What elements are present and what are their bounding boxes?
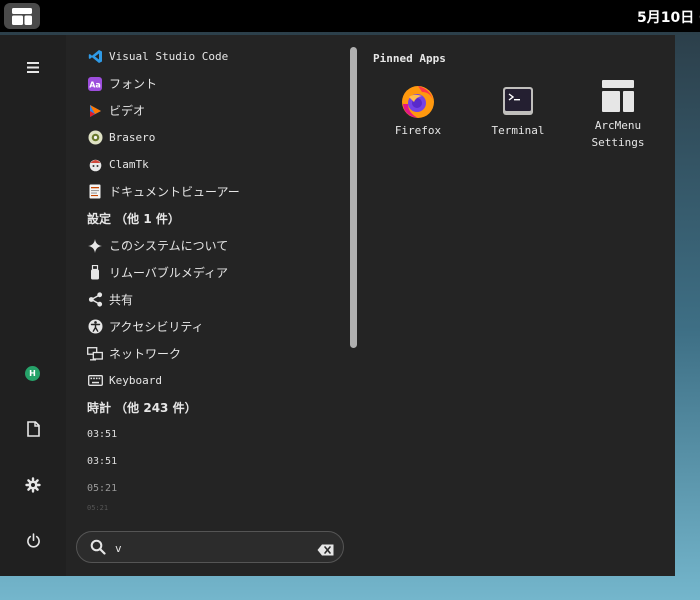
result-label: ビデオ	[109, 104, 146, 118]
search-box	[76, 531, 344, 563]
result-clamtk[interactable]: ClamTk	[80, 151, 345, 178]
results-scrollbar[interactable]	[350, 47, 357, 348]
network-icon	[87, 346, 103, 362]
clock-result[interactable]: 03:51	[80, 421, 345, 448]
clocks-category-header[interactable]: 時計 （他 243 件）	[80, 394, 345, 421]
result-sharing[interactable]: 共有	[80, 286, 345, 313]
result-brasero[interactable]: Brasero	[80, 124, 345, 151]
clock-result[interactable]: 05:21	[80, 475, 345, 502]
layout-icon	[12, 7, 32, 25]
accessibility-icon	[87, 319, 103, 335]
result-label: Keyboard	[109, 374, 162, 387]
app-label: Terminal	[491, 124, 545, 137]
result-accessibility[interactable]: アクセシビリティ	[80, 313, 345, 340]
svg-text:Aa: Aa	[89, 80, 101, 89]
result-label: ClamTk	[109, 158, 149, 171]
document-viewer-icon	[87, 184, 103, 200]
fonts-icon: Aa	[87, 76, 103, 92]
clock-result[interactable]: 05:21	[80, 502, 345, 512]
gear-icon	[25, 477, 41, 493]
arcmenu-settings-icon	[573, 75, 663, 117]
pinned-app-terminal[interactable]: Terminal	[473, 80, 563, 139]
document-icon	[26, 421, 40, 437]
about-icon	[87, 238, 103, 254]
avatar[interactable]: H	[25, 366, 40, 381]
search-input[interactable]	[113, 537, 307, 559]
clamtk-icon	[87, 157, 103, 173]
sidebar: H	[0, 35, 66, 576]
clear-search-button[interactable]	[317, 541, 334, 560]
clock[interactable]: 5月10日 0	[637, 7, 700, 27]
clock-result[interactable]: 03:51	[80, 448, 345, 475]
hamburger-menu-button[interactable]	[17, 51, 49, 83]
settings-button[interactable]	[17, 469, 49, 501]
app-label: Settings	[591, 136, 645, 149]
result-label: 共有	[109, 293, 134, 307]
pinned-apps-title: Pinned Apps	[373, 52, 446, 65]
result-label: リムーバブルメディア	[109, 266, 229, 280]
result-removable-media[interactable]: リムーバブルメディア	[80, 259, 345, 286]
menu-panel: H Visual Studio Code Aa フォント ビデオ Brasero…	[0, 35, 675, 576]
settings-category-header[interactable]: 設定 （他 1 件）	[80, 205, 345, 232]
app-label: ArcMenu	[594, 119, 642, 132]
share-icon	[87, 292, 103, 308]
power-button[interactable]	[17, 524, 49, 556]
result-label: ネットワーク	[109, 347, 182, 361]
result-network[interactable]: ネットワーク	[80, 340, 345, 367]
hamburger-icon	[27, 61, 39, 73]
pinned-app-arcmenu-settings[interactable]: ArcMenu Settings	[573, 75, 663, 151]
search-results-list: Visual Studio Code Aa フォント ビデオ Brasero C…	[80, 43, 345, 518]
brasero-icon	[87, 130, 103, 146]
vscode-icon	[87, 49, 103, 65]
removable-media-icon	[87, 265, 103, 281]
arcmenu-button[interactable]	[4, 3, 40, 29]
search-icon	[90, 539, 106, 559]
result-label: ドキュメントビューアー	[109, 185, 240, 199]
result-label: Brasero	[109, 131, 156, 144]
result-videos[interactable]: ビデオ	[80, 97, 345, 124]
videos-icon	[87, 103, 103, 119]
result-label: このシステムについて	[109, 239, 229, 253]
result-label: アクセシビリティ	[109, 320, 204, 334]
keyboard-icon	[87, 373, 103, 389]
result-document-viewer[interactable]: ドキュメントビューアー	[80, 178, 345, 205]
result-about-system[interactable]: このシステムについて	[80, 232, 345, 259]
pinned-app-firefox[interactable]: Firefox	[373, 80, 463, 139]
result-keyboard[interactable]: Keyboard	[80, 367, 345, 394]
power-icon	[26, 532, 40, 548]
result-label: フォント	[109, 77, 158, 91]
app-label: Firefox	[394, 124, 442, 137]
documents-button[interactable]	[17, 413, 49, 445]
top-bar: 5月10日 0	[0, 0, 700, 32]
result-label: Visual Studio Code	[109, 50, 229, 63]
clear-icon	[317, 544, 334, 556]
terminal-icon	[473, 80, 563, 122]
result-fonts[interactable]: Aa フォント	[80, 70, 345, 97]
firefox-icon	[373, 80, 463, 122]
result-visual-studio-code[interactable]: Visual Studio Code	[80, 43, 345, 70]
